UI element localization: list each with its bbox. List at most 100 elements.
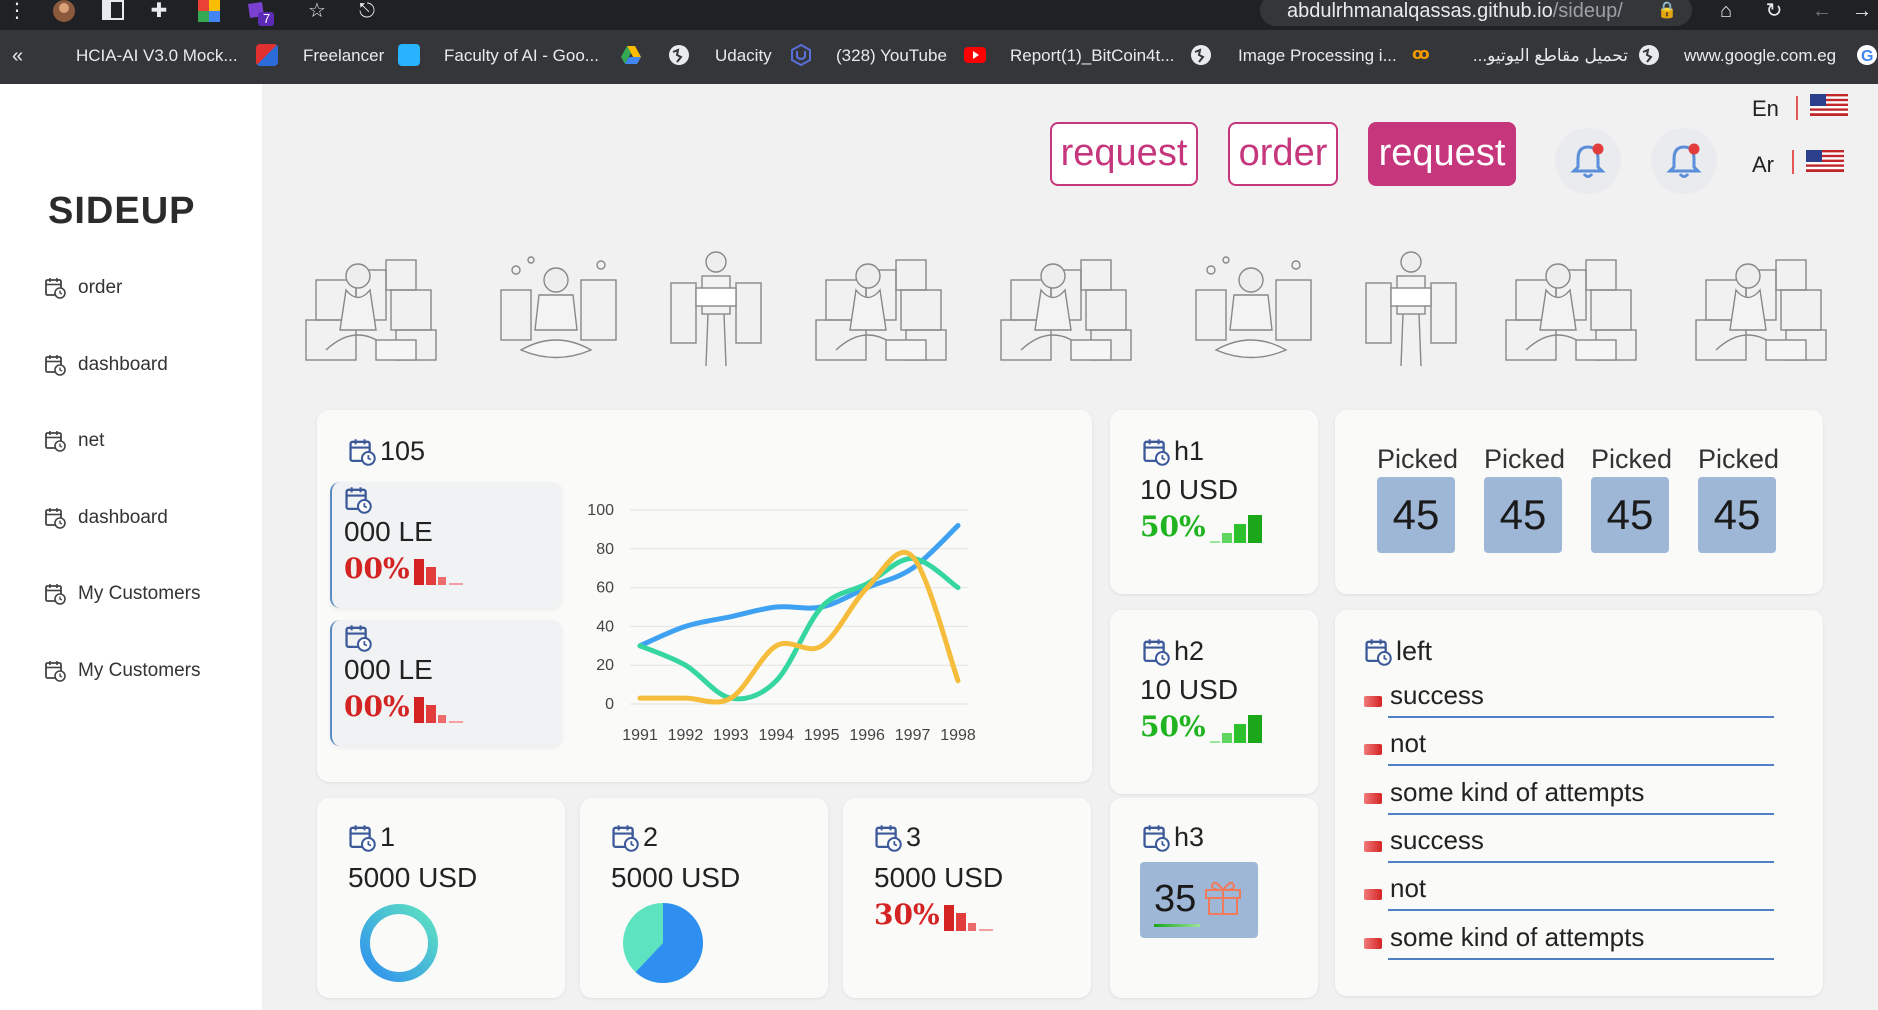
extension-color-icon[interactable] bbox=[196, 0, 222, 26]
calendar-clock-icon bbox=[344, 486, 372, 514]
bullet-icon bbox=[1364, 938, 1382, 949]
web-icon bbox=[1638, 44, 1660, 66]
x-tick-label: 1998 bbox=[940, 727, 976, 744]
calendar-clock-icon bbox=[44, 583, 66, 605]
sidebar-item-customers-2[interactable]: My Customers bbox=[44, 657, 200, 685]
sidebar-item-dashboard[interactable]: dashboard bbox=[44, 351, 168, 379]
h1-value: 10 USD bbox=[1140, 474, 1239, 505]
picked-stat: Picked 45 bbox=[1591, 444, 1673, 553]
list-item: not bbox=[1364, 728, 1774, 772]
h1-title-text: h1 bbox=[1174, 436, 1205, 466]
picked-stat: Picked 45 bbox=[1698, 444, 1780, 553]
pie-chart bbox=[623, 903, 703, 983]
divider bbox=[1388, 716, 1774, 718]
profile-avatar-icon[interactable] bbox=[50, 0, 78, 26]
youtube-icon bbox=[964, 47, 986, 63]
bookmark-item[interactable]: (328) YouTube bbox=[836, 44, 947, 68]
lang-ar-button[interactable]: Ar bbox=[1752, 152, 1774, 178]
us-flag-icon[interactable] bbox=[1806, 150, 1844, 172]
calendar-clock-icon bbox=[348, 438, 376, 466]
list-item-text: not bbox=[1390, 873, 1427, 903]
sidebar-item-customers[interactable]: My Customers bbox=[44, 580, 200, 608]
google-icon: G bbox=[1856, 44, 1878, 66]
picked-value: 45 bbox=[1377, 477, 1455, 553]
bar-trend-icon bbox=[1208, 715, 1268, 743]
request-primary-button[interactable]: request bbox=[1368, 122, 1516, 186]
sidebar-toggle-icon[interactable] bbox=[100, 0, 126, 26]
sidebar-item-label: net bbox=[78, 430, 105, 451]
bullet-icon bbox=[1364, 841, 1382, 852]
extension-badge-icon[interactable]: 7 bbox=[244, 0, 280, 26]
bookmarks-more-icon[interactable]: « bbox=[12, 44, 23, 68]
bar-trend-icon bbox=[942, 903, 1002, 931]
calendar-clock-icon bbox=[44, 660, 66, 682]
bookmark-item[interactable]: Freelancer bbox=[303, 44, 384, 68]
order-button[interactable]: order bbox=[1228, 122, 1338, 186]
bookmark-item[interactable]: Udacity bbox=[715, 44, 772, 68]
overview-card-title: 105 bbox=[348, 436, 425, 467]
app-logo[interactable]: SIDEUP bbox=[48, 190, 195, 233]
left-title-text: left bbox=[1396, 636, 1433, 666]
calendar-clock-icon bbox=[1142, 638, 1170, 666]
back-icon[interactable]: ← bbox=[1808, 0, 1836, 26]
sidebar-item-net[interactable]: net bbox=[44, 427, 104, 455]
notifications-button[interactable] bbox=[1555, 128, 1621, 194]
h3-title-text: h3 bbox=[1174, 822, 1205, 852]
bullet-icon bbox=[1364, 696, 1382, 707]
stat-subcard: 000 LE 00% bbox=[330, 620, 562, 746]
bookmark-item[interactable]: www.google.com.eg bbox=[1684, 44, 1836, 68]
picked-label: Picked bbox=[1698, 444, 1780, 474]
small-card-1-title: 1 bbox=[348, 822, 395, 853]
small-card-2-value: 5000 USD bbox=[611, 862, 741, 893]
picked-label: Picked bbox=[1377, 444, 1459, 474]
h2-title-text: h2 bbox=[1174, 636, 1205, 666]
sidebar-item-dashboard-2[interactable]: dashboard bbox=[44, 504, 168, 532]
forward-icon[interactable]: → bbox=[1848, 0, 1876, 26]
notifications-button-2[interactable] bbox=[1651, 128, 1717, 194]
url-text[interactable]: abdulrhmanalqassas.github.io/sideup/ bbox=[1287, 0, 1623, 22]
stat-percent: 00% bbox=[344, 690, 472, 723]
home-icon[interactable]: ⌂ bbox=[1712, 0, 1740, 26]
y-tick-label: 20 bbox=[596, 657, 614, 674]
calendar-clock-icon bbox=[874, 824, 902, 852]
x-tick-label: 1997 bbox=[895, 727, 931, 744]
x-tick-label: 1995 bbox=[804, 727, 840, 744]
bookmark-star-icon[interactable]: ☆ bbox=[304, 0, 330, 26]
stat-subcard: 000 LE 00% bbox=[330, 482, 562, 608]
share-icon[interactable]: ⎋ bbox=[354, 0, 380, 26]
divider bbox=[1388, 813, 1774, 815]
sidebar-item-order[interactable]: order bbox=[44, 274, 122, 302]
request-button[interactable]: request bbox=[1050, 122, 1198, 186]
line-chart: 0 20 40 60 80 100 1991 1992 1993 1994 1995 1996 1997… bbox=[587, 502, 976, 744]
menu-dots-icon[interactable]: ⋮ bbox=[4, 0, 30, 26]
list-item: some kind of attempts bbox=[1364, 922, 1774, 966]
bookmark-item[interactable]: Report(1)_BitCoin4t... bbox=[1010, 44, 1174, 68]
calendar-clock-icon bbox=[1142, 438, 1170, 466]
h3-underline bbox=[1154, 924, 1200, 927]
us-flag-icon[interactable] bbox=[1810, 94, 1848, 116]
divider bbox=[1388, 958, 1774, 960]
ring-chart bbox=[360, 904, 438, 982]
lang-divider bbox=[1792, 150, 1794, 174]
ext-icon bbox=[256, 44, 278, 66]
h3-value: 35 bbox=[1154, 878, 1197, 920]
bookmark-item[interactable]: HCIA-AI V3.0 Mock... bbox=[76, 44, 238, 68]
list-item: success bbox=[1364, 680, 1774, 724]
reload-icon[interactable]: ↻ bbox=[1760, 0, 1788, 26]
h3-card-title: h3 bbox=[1142, 822, 1204, 853]
bell-icon bbox=[1664, 141, 1704, 181]
bookmark-item[interactable]: تحميل مقاطع اليوتيو... bbox=[1458, 44, 1628, 68]
bookmark-item[interactable]: Faculty of AI - Goo... bbox=[444, 44, 599, 68]
picked-label: Picked bbox=[1591, 444, 1673, 474]
divider bbox=[1388, 861, 1774, 863]
stat-value: 000 LE bbox=[344, 516, 433, 547]
extensions-puzzle-icon[interactable]: ✚ bbox=[146, 0, 172, 26]
lock-icon: 🔒 bbox=[1657, 2, 1677, 19]
bookmark-item[interactable]: Image Processing i... bbox=[1238, 44, 1397, 68]
y-tick-label: 80 bbox=[596, 541, 614, 558]
extension-badge-count: 7 bbox=[263, 11, 271, 26]
h1-percent-text: 50% bbox=[1140, 510, 1206, 543]
list-item-text: success bbox=[1390, 825, 1484, 855]
lang-en-button[interactable]: En bbox=[1752, 96, 1779, 122]
list-item-text: not bbox=[1390, 728, 1427, 758]
